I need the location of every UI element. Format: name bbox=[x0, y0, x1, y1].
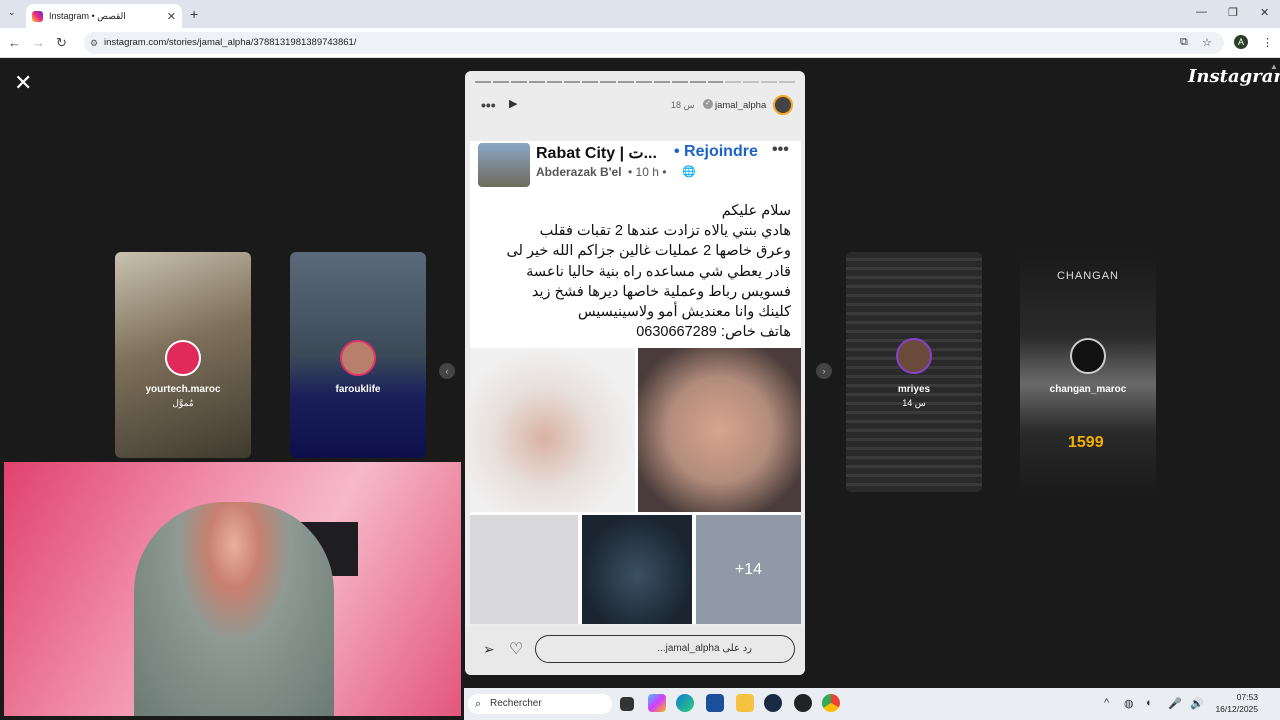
close-window-icon[interactable]: ✕ bbox=[1260, 6, 1269, 19]
story-username: changan_maroc bbox=[1049, 384, 1127, 395]
back-icon[interactable]: ← bbox=[8, 35, 21, 50]
story-avatar bbox=[340, 340, 376, 376]
tab-title: Instagram • القصص bbox=[49, 10, 126, 21]
story-meta: مُموَّل bbox=[172, 398, 194, 408]
app-icon[interactable] bbox=[794, 694, 812, 712]
taskbar: ⌕ Rechercher ^ ◍ ◐ 🎤 🔊 07:53 16/12/2025 bbox=[464, 688, 1280, 720]
story-username: farouklife bbox=[335, 384, 381, 395]
baby-photo bbox=[470, 348, 635, 512]
tab-search-icon[interactable]: ⌄ bbox=[8, 7, 16, 18]
story-username: mriyes bbox=[897, 384, 931, 395]
search-placeholder: Rechercher bbox=[490, 698, 542, 709]
story-options-icon[interactable]: ••• bbox=[481, 97, 496, 113]
reload-icon[interactable]: ↻ bbox=[56, 35, 67, 51]
minimize-icon[interactable]: — bbox=[1196, 6, 1207, 18]
new-tab-button[interactable]: + bbox=[190, 6, 198, 22]
post-line: هاتف خاص: 0630667289 bbox=[636, 324, 791, 341]
volume-icon[interactable]: 🔊 bbox=[1190, 697, 1204, 710]
post-line: فسويس رباط وعملية خاصها ديرها فشخ زيد bbox=[531, 283, 791, 300]
search-icon: ⌕ bbox=[475, 698, 482, 710]
post-line: سلام عليكم bbox=[721, 203, 791, 219]
webcam-person bbox=[134, 502, 334, 716]
browser-menu-icon[interactable]: ⋮ bbox=[1262, 36, 1273, 49]
taskbar-search[interactable]: ⌕ Rechercher bbox=[468, 694, 612, 714]
story-meta: 14 س bbox=[902, 398, 926, 408]
reply-input[interactable]: رد على jamal_alpha... bbox=[535, 635, 795, 663]
task-view-icon[interactable] bbox=[620, 697, 634, 711]
story-header: ••• ▶ 18 س ✓ jamal_alpha bbox=[465, 93, 805, 119]
play-icon[interactable]: ▶ bbox=[509, 97, 517, 110]
profile-avatar[interactable]: A bbox=[1234, 35, 1248, 49]
clock-date[interactable]: 16/12/2025 bbox=[1212, 704, 1258, 714]
story-thumbnail[interactable]: farouklife bbox=[290, 252, 426, 458]
reply-bar: ➢ ♡ رد على jamal_alpha... bbox=[465, 627, 805, 675]
site-info-icon[interactable]: ⚙ bbox=[90, 32, 98, 54]
xray-photo bbox=[582, 515, 692, 624]
install-app-icon[interactable]: ⧉ bbox=[1180, 36, 1188, 49]
story-thumbnail[interactable]: mriyes 14 س bbox=[846, 252, 982, 492]
file-explorer-icon[interactable] bbox=[736, 694, 754, 712]
next-story-button[interactable]: › bbox=[816, 363, 832, 379]
ultrasound-photo bbox=[470, 515, 578, 624]
story-user-avatar[interactable] bbox=[773, 95, 793, 115]
join-button: • Rejoindre bbox=[674, 143, 758, 160]
post-time: • 10 h • bbox=[628, 165, 667, 179]
forward-icon[interactable]: → bbox=[32, 35, 45, 50]
copilot-icon[interactable] bbox=[648, 694, 666, 712]
tray-overflow-icon[interactable]: ^ bbox=[1104, 697, 1109, 709]
story-avatar bbox=[1070, 338, 1106, 374]
post-author: Abderazak B'el bbox=[536, 165, 622, 179]
post-line: وعرق خاصها 2 عمليات غالين جزاكم الله خير… bbox=[506, 243, 791, 260]
brand-label: CHANGAN bbox=[1056, 270, 1119, 282]
browser-tab[interactable]: Instagram • القصص ✕ bbox=[26, 4, 182, 28]
clock-time[interactable]: 07:53 bbox=[1224, 692, 1258, 702]
send-icon[interactable]: ➢ bbox=[483, 641, 495, 658]
story-thumbnail[interactable]: CHANGAN changan_maroc 1599 bbox=[1020, 252, 1156, 492]
more-photos-count: +14 bbox=[734, 561, 763, 578]
group-name: Rabat City | ت... bbox=[536, 145, 657, 162]
post-options-icon: ••• bbox=[772, 141, 789, 158]
close-viewer-icon[interactable]: ✕ bbox=[14, 70, 32, 96]
story-username[interactable]: jamal_alpha bbox=[715, 100, 766, 111]
url-field[interactable]: ⚙ instagram.com/stories/jamal_alpha/3788… bbox=[84, 32, 1224, 54]
story-progress bbox=[475, 81, 796, 84]
story-thumbnail[interactable]: yourtech.maroc مُموَّل bbox=[115, 252, 251, 458]
story-avatar bbox=[896, 338, 932, 374]
microphone-icon[interactable]: 🎤 bbox=[1168, 697, 1182, 710]
story-time: 18 س bbox=[671, 100, 695, 110]
steam-icon[interactable] bbox=[764, 694, 782, 712]
baby-photo bbox=[638, 348, 801, 512]
tray-app-icon[interactable]: ◍ bbox=[1124, 697, 1134, 710]
shared-post[interactable]: Rabat City | ت... • Rejoindre ••• Abdera… bbox=[470, 141, 801, 624]
price-label: 1599 bbox=[1068, 434, 1104, 451]
story-avatar bbox=[165, 340, 201, 376]
bookmark-star-icon[interactable]: ☆ bbox=[1202, 36, 1212, 49]
webcam-overlay bbox=[4, 462, 461, 716]
browser-tab-bar: ⌄ Instagram • القصص ✕ + — ❐ ✕ bbox=[0, 0, 1280, 28]
store-icon[interactable] bbox=[706, 694, 724, 712]
url-text: instagram.com/stories/jamal_alpha/378813… bbox=[104, 37, 357, 48]
post-line: كلينك وانا معنديش أمو ولاسينيسيس bbox=[577, 304, 791, 321]
instagram-logo[interactable]: Instagram bbox=[1188, 66, 1280, 87]
previous-story-button[interactable]: ‹ bbox=[439, 363, 455, 379]
heart-icon[interactable]: ♡ bbox=[509, 639, 523, 659]
post-line: قادر يعطي شي مساعده راه بنية حاليا ناعسة bbox=[526, 263, 791, 280]
active-story[interactable]: ••• ▶ 18 س ✓ jamal_alpha Rabat City | ت.… bbox=[465, 71, 805, 675]
post-text: سلام عليكم هادي بنتي يالاه تزادت عندها 2… bbox=[481, 201, 791, 342]
address-bar-row: ← → ↻ ⚙ instagram.com/stories/jamal_alph… bbox=[0, 28, 1280, 58]
scrollbar-up-icon[interactable]: ▲ bbox=[1270, 62, 1278, 71]
chrome-icon[interactable] bbox=[822, 694, 840, 712]
maximize-icon[interactable]: ❐ bbox=[1228, 6, 1238, 19]
tab-close-icon[interactable]: ✕ bbox=[167, 10, 176, 23]
story-username: yourtech.maroc bbox=[145, 384, 221, 395]
globe-icon: 🌐 bbox=[682, 166, 696, 178]
tray-app-icon[interactable]: ◐ bbox=[1146, 697, 1153, 709]
instagram-favicon-icon bbox=[32, 10, 43, 22]
group-image bbox=[478, 143, 530, 187]
edge-icon[interactable] bbox=[676, 694, 694, 712]
verified-icon: ✓ bbox=[703, 99, 713, 109]
post-line: هادي بنتي يالاه تزادت عندها 2 تقبات فقلب bbox=[539, 223, 791, 240]
